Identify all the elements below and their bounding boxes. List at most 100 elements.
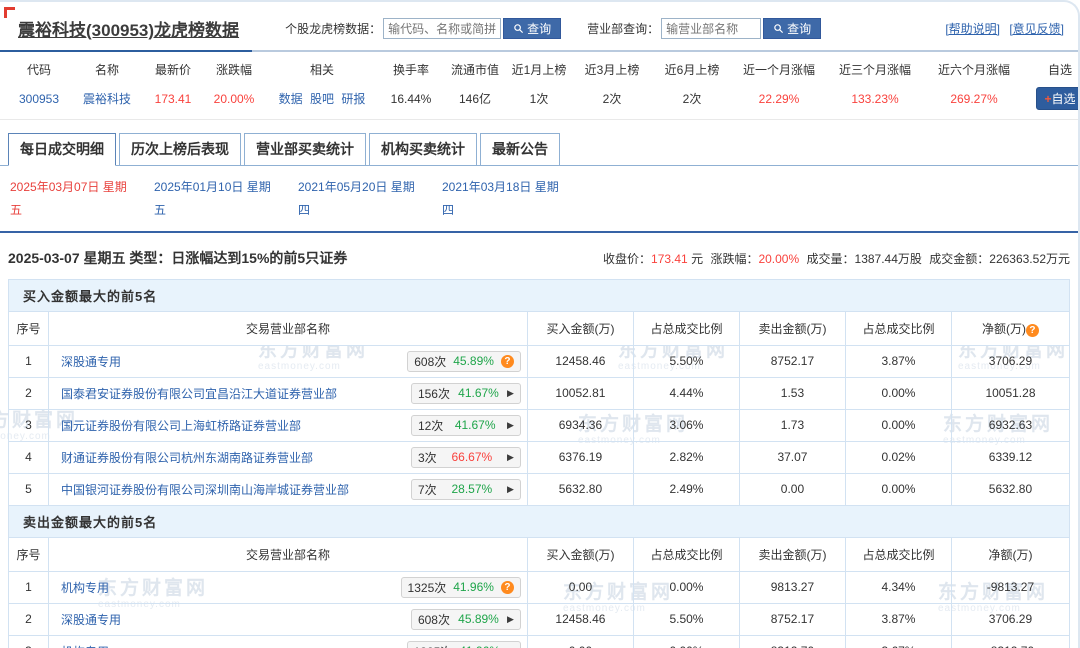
buy-amount: 5632.80 [527,473,633,505]
stock-count-3m: 2次 [572,90,652,107]
sell-ratio: 3.87% [845,603,951,635]
trade-stats-badge[interactable]: 12次41.67%▶ [411,415,521,436]
trade-stats-badge[interactable]: 7次28.57%▶ [411,479,521,500]
sell-amount: 9813.27 [739,571,845,603]
help-icon[interactable]: ? [1026,324,1039,337]
stock-code-link[interactable]: 300953 [8,92,70,106]
trade-stats-badge[interactable]: 608次45.89%▶ [411,609,521,630]
help-link[interactable]: [帮助说明] [945,22,1000,36]
col-chg-3m: 近三个月涨幅 [826,61,924,78]
trade-stats-badge[interactable]: 1325次41.96%▶ [407,641,521,648]
col-chg-1m: 近一个月涨幅 [732,61,826,78]
guba-link[interactable]: 股吧 [310,92,334,106]
table-row: 2 深股通专用 608次45.89%▶ 12458.46 5.50% 8752.… [9,603,1070,635]
sell-ratio: 0.02% [845,441,951,473]
broker-name-link[interactable]: 中国银河证券股份有限公司深圳南山海岸城证券营业部 [61,481,349,498]
date-link-1[interactable]: 2025年01月10日 星期五 [154,176,280,223]
broker-name-link[interactable]: 国泰君安证券股份有限公司宜昌沿江大道证券营业部 [61,385,337,402]
expand-arrow-icon[interactable]: ▶ [507,452,514,463]
sell-amount: 8752.17 [739,603,845,635]
col-count-1m: 近1月上榜 [506,61,572,78]
help-icon[interactable]: ? [501,581,514,594]
col-broker-name: 交易营业部名称 [49,311,528,345]
tab-broker-stats[interactable]: 营业部买卖统计 [244,133,366,165]
broker-name-link[interactable]: 财通证券股份有限公司杭州东湖南路证券营业部 [61,449,313,466]
lhb-page: 震裕科技(300953)龙虎榜数据 个股龙虎榜数据： 查询 营业部查询： 查询 [0,0,1080,648]
add-watchlist-button[interactable]: +自选 [1036,87,1080,110]
expand-arrow-icon[interactable]: ▶ [507,614,514,625]
date-link-0[interactable]: 2025年03月07日 星期五 [10,176,136,223]
broker-name-link[interactable]: 深股通专用 [61,353,121,370]
table-row: 3 机构专用 1325次41.96%▶ 0.00 0.00% 8312.70 3… [9,635,1070,648]
sell-amount: 37.07 [739,441,845,473]
tab-after-listing[interactable]: 历次上榜后表现 [119,133,241,165]
trade-stats-badge[interactable]: 608次45.89%? [407,351,521,372]
tab-institution-stats[interactable]: 机构买卖统计 [369,133,477,165]
research-link[interactable]: 研报 [341,92,365,106]
col-watchlist: 自选 [1024,61,1080,78]
expand-arrow-icon[interactable]: ▶ [507,388,514,399]
stock-search-button[interactable]: 查询 [503,18,561,39]
net-amount: 3706.29 [951,345,1069,377]
tab-announcements[interactable]: 最新公告 [480,133,560,165]
stock-price: 173.41 [144,92,202,106]
close-value: 173.41 [651,252,688,266]
sell-ratio: 3.67% [845,635,951,648]
buy-amount: 0.00 [527,635,633,648]
change-label: 涨跌幅： [710,252,758,266]
stock-summary-row: 300953 震裕科技 173.41 20.00% 数据 股吧 研报 16.44… [0,85,1078,120]
table-row: 3 国元证券股份有限公司上海虹桥路证券营业部 12次41.67%▶ 6934.3… [9,409,1070,441]
rank: 2 [9,603,49,635]
sell-table: 卖出金额最大的前5名 序号 交易营业部名称 买入金额(万) 占总成交比例 卖出金… [8,505,1070,648]
broker-name-link[interactable]: 机构专用 [61,579,109,596]
watch-cell: +自选 [1024,87,1080,110]
col-related: 相关 [266,61,378,78]
buy-ratio: 0.00% [633,635,739,648]
col-sell-amount: 卖出金额(万) [739,311,845,345]
buy-ratio: 2.49% [633,473,739,505]
expand-arrow-icon[interactable]: ▶ [507,484,514,495]
expand-arrow-icon[interactable]: ▶ [507,420,514,431]
date-link-3[interactable]: 2021年03月18日 星期四 [442,176,568,223]
stock-search-group: 个股龙虎榜数据： 查询 [285,18,561,39]
sell-ratio: 0.00% [845,409,951,441]
rank: 1 [9,345,49,377]
col-count-3m: 近3月上榜 [572,61,652,78]
buy-table: 买入金额最大的前5名 序号 交易营业部名称 买入金额(万) 占总成交比例 卖出金… [8,279,1070,506]
broker-name-link[interactable]: 深股通专用 [61,611,121,628]
close-label: 收盘价： [603,252,651,266]
col-turnover: 换手率 [378,61,444,78]
buy-ratio: 5.50% [633,345,739,377]
amount-label: 成交金额： [929,252,989,266]
page-title[interactable]: 震裕科技(300953)龙虎榜数据 [18,16,239,41]
stock-summary-header: 代码 名称 最新价 涨跌幅 相关 换手率 流通市值 近1月上榜 近3月上榜 近6… [0,52,1078,85]
broker-name-link[interactable]: 机构专用 [61,643,109,648]
stock-search-input[interactable] [383,18,501,39]
help-icon[interactable]: ? [501,355,514,368]
table-row: 4 财通证券股份有限公司杭州东湖南路证券营业部 3次66.67%▶ 6376.1… [9,441,1070,473]
date-link-2[interactable]: 2021年05月20日 星期四 [298,176,424,223]
trade-stats-badge[interactable]: 156次41.67%▶ [411,383,521,404]
trade-stats-badge[interactable]: 3次66.67%▶ [411,447,521,468]
broker-search-button[interactable]: 查询 [763,18,821,39]
broker-search-input[interactable] [661,18,761,39]
detail-title: 2025-03-07 星期五 类型：日涨幅达到15%的前5只证券 [8,248,347,268]
stock-name-link[interactable]: 震裕科技 [70,90,144,107]
sell-amount: 8752.17 [739,345,845,377]
broker-name-link[interactable]: 国元证券股份有限公司上海虹桥路证券营业部 [61,417,301,434]
net-amount: 3706.29 [951,603,1069,635]
search-icon [773,23,784,34]
rank: 4 [9,441,49,473]
top-links: [帮助说明] [意见反馈] [939,20,1064,37]
data-link[interactable]: 数据 [279,92,303,106]
trade-stats-badge[interactable]: 1325次41.96%? [401,577,521,598]
buy-ratio: 5.50% [633,603,739,635]
col-code: 代码 [8,61,70,78]
tab-daily-detail[interactable]: 每日成交明细 [8,133,116,166]
topbar: 震裕科技(300953)龙虎榜数据 个股龙虎榜数据： 查询 营业部查询： 查询 [0,2,1078,50]
feedback-link[interactable]: [意见反馈] [1009,22,1064,36]
col-float-cap: 流通市值 [444,61,506,78]
sell-amount: 0.00 [739,473,845,505]
col-rank: 序号 [9,311,49,345]
table-row: 1 机构专用 1325次41.96%? 0.00 0.00% 9813.27 4… [9,571,1070,603]
